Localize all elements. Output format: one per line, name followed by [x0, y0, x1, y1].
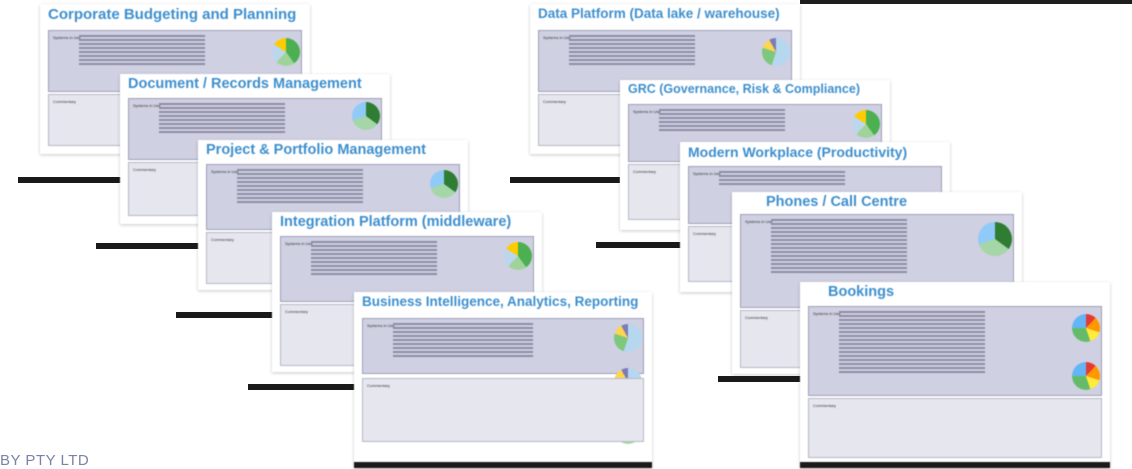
commentary-label: Commentary [633, 169, 656, 174]
commentary-box: Commentary [362, 378, 644, 442]
slide-title: Data Platform (Data lake / warehouse) [538, 6, 780, 21]
commentary-label: Commentary [693, 231, 716, 236]
slide-bookings: Bookings Systems in Use Commentary [800, 282, 1110, 468]
pie-chart [978, 222, 1012, 256]
slide-footer [510, 177, 620, 183]
slide-title: Modern Workplace (Productivity) [688, 144, 908, 160]
pie-chart [430, 170, 458, 198]
commentary-label: Commentary [543, 99, 566, 104]
commentary-label: Commentary [211, 237, 234, 242]
systems-list [79, 35, 205, 67]
commentary-box: Commentary [808, 398, 1102, 458]
slide-footer [18, 177, 128, 183]
systems-box: Systems in Use [808, 306, 1102, 396]
systems-label: Systems in Use [745, 219, 773, 224]
systems-label: Systems in Use [367, 323, 395, 328]
systems-label: Systems in Use [633, 109, 661, 114]
systems-label: Systems in Use [693, 171, 721, 176]
slide-footer [176, 312, 286, 318]
commentary-label: Commentary [367, 383, 390, 388]
pie-chart [1072, 362, 1100, 390]
commentary-label: Commentary [745, 315, 768, 320]
systems-label: Systems in Use [543, 35, 571, 40]
slide-title: Project & Portfolio Management [206, 142, 426, 158]
systems-label: Systems in Use [211, 169, 239, 174]
pie-chart [1072, 314, 1100, 342]
slide-title: Phones / Call Centre [766, 194, 908, 210]
systems-label: Systems in Use [133, 103, 161, 108]
systems-list [719, 171, 845, 187]
systems-list [159, 103, 285, 135]
systems-list [569, 35, 695, 67]
top-dark-bar [800, 0, 1132, 4]
pie-chart [352, 102, 380, 130]
slide-footer [96, 243, 206, 249]
systems-label: Systems in Use [285, 241, 313, 246]
pie-chart [852, 110, 880, 138]
systems-list [839, 311, 985, 375]
pie-chart [272, 38, 300, 66]
pie-chart [762, 38, 790, 66]
commentary-label: Commentary [53, 99, 76, 104]
pie-chart [504, 242, 532, 270]
commentary-label: Commentary [133, 167, 156, 172]
systems-label: Systems in Use [813, 311, 841, 316]
slide-footer [800, 462, 1110, 468]
slide-title: GRC (Governance, Risk & Compliance) [628, 82, 861, 96]
commentary-label: Commentary [813, 403, 836, 408]
systems-list [771, 219, 907, 275]
systems-list [393, 323, 533, 359]
slide-title: Bookings [828, 284, 895, 300]
slide-footer [354, 462, 652, 468]
pie-chart [614, 324, 642, 352]
slide-footer [248, 384, 358, 390]
company-name: BY PTY LTD [0, 452, 90, 469]
commentary-label: Commentary [285, 309, 308, 314]
systems-list [659, 109, 785, 133]
systems-box: Systems in Use [362, 318, 644, 374]
slide-title: Document / Records Management [128, 76, 362, 92]
slide-business-intelligence: Business Intelligence, Analytics, Report… [354, 292, 652, 468]
systems-label: Systems in Use [53, 35, 81, 40]
systems-list [237, 169, 363, 205]
systems-list [311, 241, 437, 277]
slide-title: Business Intelligence, Analytics, Report… [362, 294, 639, 309]
slide-title: Integration Platform (middleware) [280, 214, 512, 230]
slide-title: Corporate Budgeting and Planning [48, 6, 297, 23]
